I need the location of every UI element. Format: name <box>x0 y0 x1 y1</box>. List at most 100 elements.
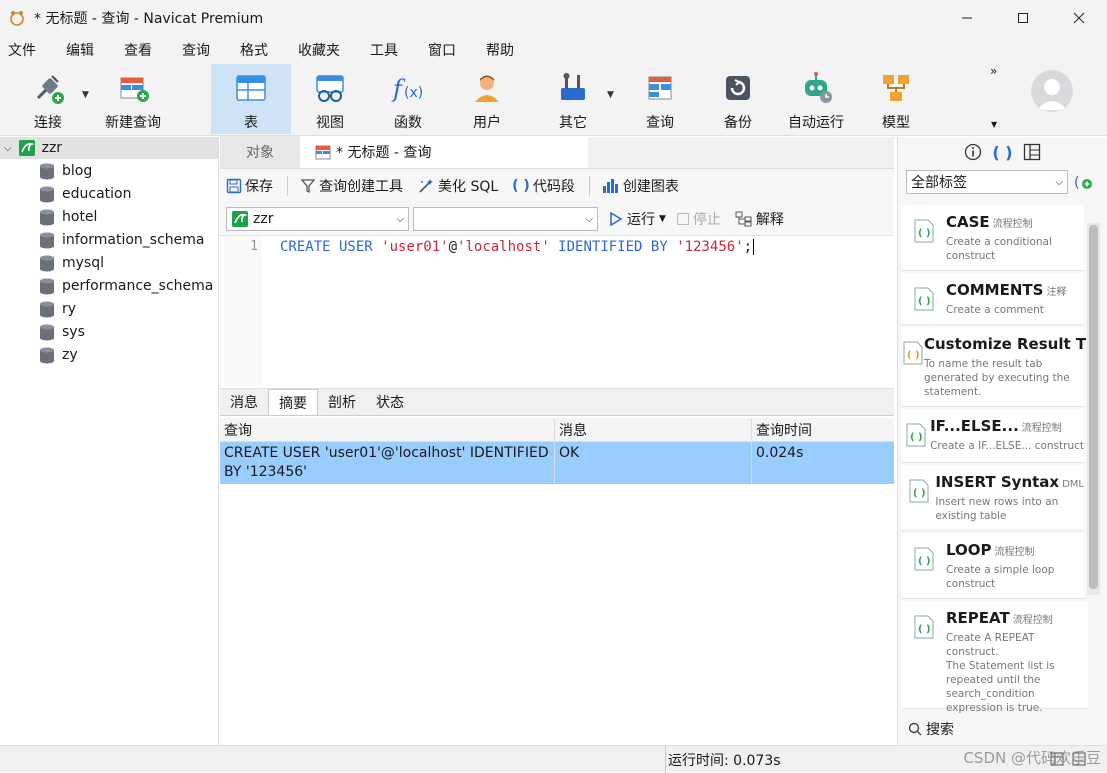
menu-view[interactable]: 查看 <box>124 40 152 60</box>
database-icon <box>38 231 56 249</box>
panel-switcher: ( ) <box>898 137 1107 167</box>
menu-file[interactable]: 文件 <box>8 40 36 60</box>
table-button[interactable]: 表 <box>211 64 291 134</box>
connect-dropdown-icon[interactable]: ▼ <box>82 90 89 100</box>
cell-time[interactable]: 0.024s <box>752 442 891 484</box>
connect-button[interactable]: 连接 <box>22 64 74 134</box>
add-snippet-icon[interactable]: ( <box>1074 172 1094 192</box>
tag-filter-select[interactable]: 全部标签 ⌵ <box>906 170 1068 194</box>
tree-db-sys[interactable]: sys <box>0 320 218 343</box>
tab-query[interactable]: * 无标题 - 查询 <box>300 136 588 168</box>
tree-connection-zzr[interactable]: ⌵ zzr <box>0 137 218 159</box>
user-button[interactable]: 用户 <box>457 64 517 134</box>
create-chart-button[interactable]: 创建图表 <box>602 176 679 196</box>
snippet-repeat[interactable]: ( ) REPEAT流程控制Create A REPEAT construct.… <box>902 601 1088 709</box>
avatar[interactable] <box>1031 70 1073 112</box>
snippet-file-icon: ( ) <box>902 273 946 324</box>
snippet-search[interactable]: 搜索 <box>898 715 1107 743</box>
beautify-sql-button[interactable]: 美化 SQL <box>417 176 498 196</box>
info-icon[interactable] <box>964 143 982 161</box>
snippets-icon[interactable]: ( ) <box>992 143 1012 162</box>
query-builder-button[interactable]: 查询创建工具 <box>300 176 403 196</box>
backup-icon <box>720 70 756 106</box>
column-header-message[interactable]: 消息 <box>555 418 752 441</box>
tab-profile[interactable]: 剖析 <box>318 389 366 415</box>
save-button[interactable]: 保存 <box>226 176 273 196</box>
scrollbar-thumb[interactable] <box>1089 225 1098 589</box>
stop-button[interactable]: 停止 <box>676 209 721 229</box>
backup-button[interactable]: 备份 <box>708 64 768 134</box>
query-button[interactable]: 查询 <box>630 64 690 134</box>
cell-query[interactable]: CREATE USER 'user01'@'localhost' IDENTIF… <box>220 442 555 484</box>
view-button[interactable]: 视图 <box>300 64 360 134</box>
auto-run-button[interactable]: 自动运行 <box>784 64 848 134</box>
tree-db-information-schema[interactable]: information_schema <box>0 228 218 251</box>
database-icon <box>38 162 56 180</box>
grid-header: 查询 消息 查询时间 <box>220 418 894 442</box>
snippet-file-icon: ( ) <box>902 533 946 598</box>
snippet-case[interactable]: ( ) CASE流程控制Create a conditionalconstruc… <box>902 205 1084 271</box>
cell-message[interactable]: OK <box>555 442 752 484</box>
model-button[interactable]: 模型 <box>866 64 926 134</box>
snippets-scrollbar[interactable] <box>1087 223 1100 595</box>
tree-db-ry[interactable]: ry <box>0 297 218 320</box>
snippet-file-icon: ( ) <box>902 465 935 530</box>
snippet-if-else[interactable]: ( ) IF...ELSE...流程控制Create a IF...ELSE..… <box>902 409 1084 463</box>
run-button[interactable]: 运行 <box>608 209 655 229</box>
explain-button[interactable]: 解释 <box>735 209 784 229</box>
grid-layout-icon[interactable] <box>1023 143 1041 161</box>
toolbar-customize-icon[interactable]: ▼ <box>991 120 997 129</box>
snippet-comments[interactable]: ( ) COMMENTS注释Create a comment <box>902 273 1084 325</box>
database-select[interactable]: ⌵ <box>413 207 598 231</box>
column-header-query[interactable]: 查询 <box>220 418 555 441</box>
column-header-time[interactable]: 查询时间 <box>752 418 891 441</box>
query-editor-area: 对象 * 无标题 - 查询 保存 查询创建工具 美化 SQL ( )代码段 创建… <box>220 137 894 745</box>
connection-select[interactable]: zzr ⌵ <box>226 207 409 231</box>
mysql-connection-icon <box>18 139 36 157</box>
menu-help[interactable]: 帮助 <box>486 40 514 60</box>
tree-db-education[interactable]: education <box>0 182 218 205</box>
table-row[interactable]: CREATE USER 'user01'@'localhost' IDENTIF… <box>220 442 894 484</box>
tree-db-mysql[interactable]: mysql <box>0 251 218 274</box>
menu-window[interactable]: 窗口 <box>428 40 456 60</box>
tab-objects[interactable]: 对象 <box>220 136 300 168</box>
database-icon <box>38 323 56 341</box>
menu-favorites[interactable]: 收藏夹 <box>298 40 340 60</box>
other-button[interactable]: 其它 <box>540 64 606 134</box>
menu-query[interactable]: 查询 <box>182 40 210 60</box>
tab-summary[interactable]: 摘要 <box>268 389 318 415</box>
snippets-panel: ( ) 全部标签 ⌵ ( ( ) CASE流程控制Create a condit… <box>897 137 1107 745</box>
chevron-down-icon[interactable]: ⌵ <box>4 143 12 154</box>
run-dropdown-icon[interactable]: ▼ <box>659 214 666 224</box>
new-query-button[interactable]: 新建查询 <box>100 64 166 134</box>
query-icon <box>642 70 678 106</box>
magic-wand-icon <box>417 178 435 194</box>
minimize-button[interactable] <box>939 0 995 36</box>
other-dropdown-icon[interactable]: ▼ <box>607 90 614 100</box>
menu-format[interactable]: 格式 <box>240 40 268 60</box>
navicat-logo-icon <box>8 9 26 27</box>
sql-editor[interactable]: 1 CREATE USER 'user01'@'localhost' IDENT… <box>220 235 894 385</box>
maximize-button[interactable] <box>995 0 1051 36</box>
tree-db-performance-schema[interactable]: performance_schema <box>0 274 218 297</box>
chart-icon <box>602 178 620 194</box>
new-query-icon <box>115 70 151 106</box>
selector-row: zzr ⌵ ⌵ 运行 ▼ 停止 解释 <box>220 203 894 235</box>
tree-db-blog[interactable]: blog <box>0 159 218 182</box>
tree-db-hotel[interactable]: hotel <box>0 205 218 228</box>
snippet-loop[interactable]: ( ) LOOP流程控制Create a simple loopconstruc… <box>902 533 1084 599</box>
tree-db-zy[interactable]: zy <box>0 343 218 366</box>
code-snippet-button[interactable]: ( )代码段 <box>512 176 575 196</box>
menu-tools[interactable]: 工具 <box>370 40 398 60</box>
tab-status[interactable]: 状态 <box>366 389 414 415</box>
svg-text:( ): ( ) <box>918 556 931 567</box>
snippet-insert-syntax[interactable]: ( ) INSERT SyntaxDMLInsert new rows into… <box>902 465 1084 531</box>
snippet-customize-result[interactable]: ( ) Customize Result TTo name the result… <box>902 327 1084 407</box>
close-button[interactable] <box>1051 0 1107 36</box>
snippet-filter-row: 全部标签 ⌵ ( <box>898 167 1107 197</box>
document-tabs: 对象 * 无标题 - 查询 <box>220 137 894 169</box>
menu-edit[interactable]: 编辑 <box>66 40 94 60</box>
function-button[interactable]: f(x) 函数 <box>378 64 438 134</box>
toolbar-overflow-button[interactable]: » <box>990 64 997 78</box>
tab-messages[interactable]: 消息 <box>220 389 268 415</box>
